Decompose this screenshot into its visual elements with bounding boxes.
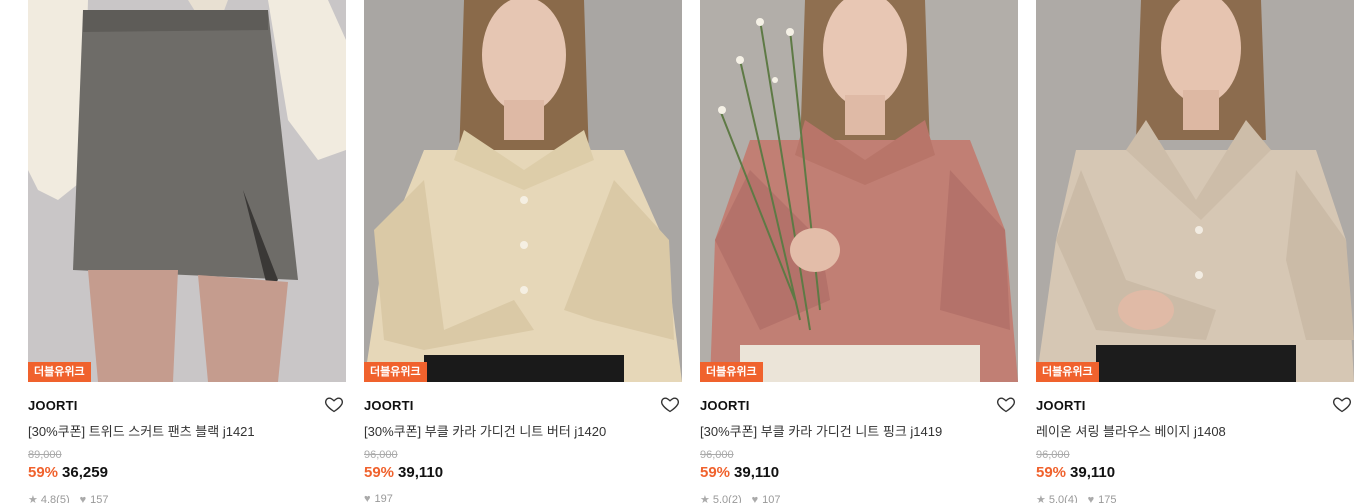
promo-badge: 더블유위크 (28, 362, 91, 382)
discount-rate: 59% (364, 464, 395, 481)
like-count: 107 (762, 493, 781, 503)
sale-price: 39,110 (734, 464, 780, 481)
price-row: 59% 39,110 (364, 464, 682, 481)
heart-outline-icon[interactable] (660, 394, 680, 414)
brand-name[interactable]: JOORTI (364, 398, 414, 413)
product-title[interactable]: 레이온 셔링 블라우스 베이지 j1408 (1036, 421, 1354, 440)
heart-outline-icon[interactable] (1332, 394, 1352, 414)
discount-rate: 59% (28, 464, 59, 481)
rating-value: 5.0 (712, 493, 729, 503)
heart-filled-icon: ♥ (364, 493, 371, 503)
discount-rate: 59% (700, 464, 731, 481)
product-card[interactable]: 더블유위크 JOORTI [30%쿠폰] 트위드 스커트 팬츠 블랙 j1421… (28, 0, 346, 503)
product-card[interactable]: 더블유위크 JOORTI 레이온 셔링 블라우스 베이지 j1408 96,00… (1036, 0, 1354, 503)
product-meta: ♥ 197 (364, 493, 682, 503)
like-count: 197 (374, 493, 393, 503)
product-meta: ★ 5.0 (2) ♥ 107 (700, 493, 1018, 503)
heart-filled-icon: ♥ (79, 493, 87, 503)
product-image[interactable]: 더블유위크 (1036, 0, 1354, 382)
product-grid: 더블유위크 JOORTI [30%쿠폰] 트위드 스커트 팬츠 블랙 j1421… (0, 0, 1368, 503)
price-row: 59% 39,110 (700, 464, 1018, 481)
heart-filled-icon: ♥ (751, 493, 759, 503)
discount-rate: 59% (1036, 464, 1067, 481)
sale-price: 39,110 (1070, 464, 1116, 481)
brand-name[interactable]: JOORTI (700, 398, 750, 413)
product-image[interactable]: 더블유위크 (28, 0, 346, 382)
original-price: 89,000 (28, 449, 62, 461)
product-meta: ★ 4.8 (5) ♥ 157 (28, 493, 346, 503)
price-row: 59% 39,110 (1036, 464, 1354, 481)
review-count: (5) (56, 493, 70, 503)
product-image[interactable]: 더블유위크 (364, 0, 682, 382)
product-title[interactable]: [30%쿠폰] 부클 카라 가디건 니트 버터 j1420 (364, 421, 682, 440)
brand-name[interactable]: JOORTI (1036, 398, 1086, 413)
like-count: 157 (90, 493, 109, 503)
heart-outline-icon[interactable] (324, 394, 344, 414)
original-price: 96,000 (364, 449, 398, 461)
promo-badge: 더블유위크 (700, 362, 763, 382)
star-icon: ★ (1036, 494, 1046, 503)
product-image[interactable]: 더블유위크 (700, 0, 1018, 382)
heart-filled-icon: ♥ (1087, 493, 1095, 503)
sale-price: 39,110 (398, 464, 444, 481)
review-count: (2) (728, 493, 742, 503)
rating-value: 4.8 (40, 493, 57, 503)
price-row: 59% 36,259 (28, 464, 346, 481)
original-price: 96,000 (700, 449, 734, 461)
heart-outline-icon[interactable] (996, 394, 1016, 414)
promo-badge: 더블유위크 (1036, 362, 1099, 382)
product-title[interactable]: [30%쿠폰] 부클 카라 가디건 니트 핑크 j1419 (700, 421, 1018, 440)
star-icon: ★ (700, 494, 710, 503)
promo-badge: 더블유위크 (364, 362, 427, 382)
product-card[interactable]: 더블유위크 JOORTI [30%쿠폰] 부클 카라 가디건 니트 버터 j14… (364, 0, 682, 503)
original-price: 96,000 (1036, 449, 1070, 461)
like-count: 175 (1098, 493, 1117, 503)
brand-name[interactable]: JOORTI (28, 398, 78, 413)
product-title[interactable]: [30%쿠폰] 트위드 스커트 팬츠 블랙 j1421 (28, 421, 346, 440)
product-meta: ★ 5.0 (4) ♥ 175 (1036, 493, 1354, 503)
product-card[interactable]: 더블유위크 JOORTI [30%쿠폰] 부클 카라 가디건 니트 핑크 j14… (700, 0, 1018, 503)
rating-value: 5.0 (1048, 493, 1065, 503)
star-icon: ★ (28, 494, 38, 503)
sale-price: 36,259 (62, 464, 108, 481)
review-count: (4) (1064, 493, 1078, 503)
